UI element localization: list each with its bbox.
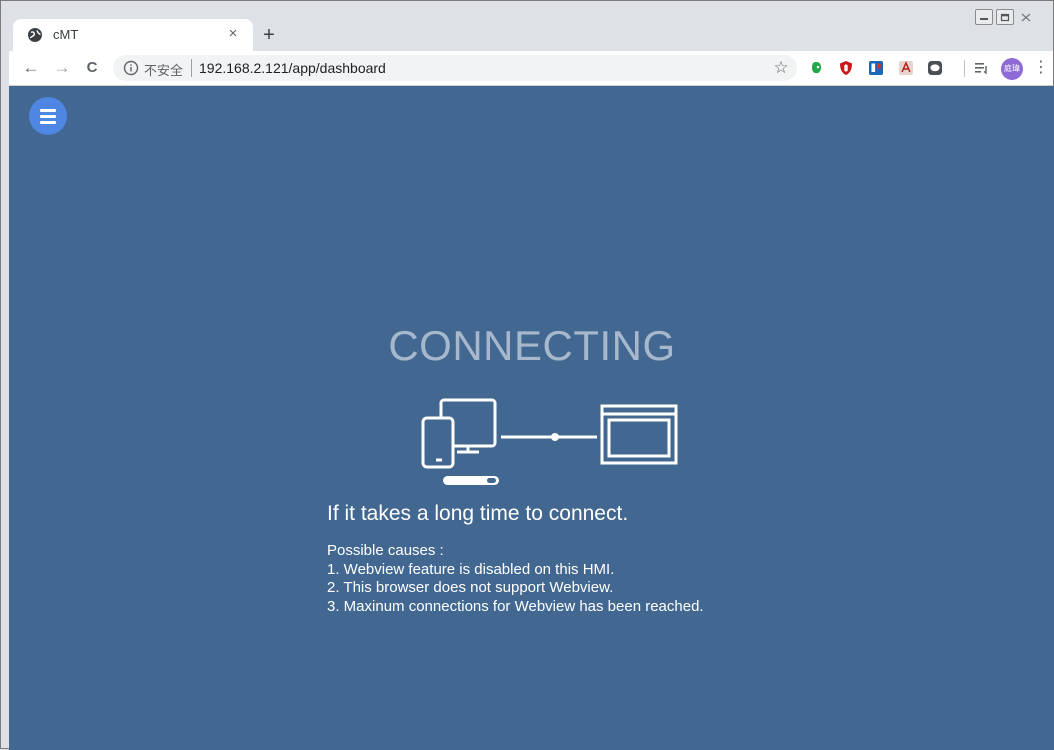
causes-heading: Possible causes : <box>327 542 444 559</box>
help-heading: If it takes a long time to connect. <box>327 502 629 525</box>
toolbar-divider <box>964 60 965 77</box>
restore-button[interactable] <box>996 9 1014 25</box>
globe-icon <box>28 28 42 42</box>
bookmark-star-icon[interactable]: ☆ <box>769 56 793 80</box>
back-button[interactable]: ← <box>19 56 43 80</box>
tab-title: cMT <box>53 27 79 42</box>
hamburger-menu-button[interactable] <box>29 97 67 135</box>
profile-avatar[interactable]: 庭瑋 <box>1001 58 1023 80</box>
url-divider <box>191 59 192 77</box>
browser-menu-button[interactable]: ⋮ <box>1033 56 1049 80</box>
reading-list-icon[interactable] <box>973 60 989 76</box>
new-tab-button[interactable]: + <box>257 23 281 47</box>
menu-bar <box>40 121 56 124</box>
line-icon[interactable] <box>927 60 943 76</box>
reload-button[interactable]: C <box>80 56 104 80</box>
restore-icon <box>1000 13 1010 22</box>
url-text[interactable]: 192.168.2.121/app/dashboard <box>199 60 386 76</box>
browser-toolbar: ← → C 不安全 192.168.2.121/app/dashboard ☆ <box>9 51 1053 86</box>
browser-window: cMT × + ← → C 不安全 192.168.2.121/app/dash… <box>0 0 1054 750</box>
cause-item: 2. This browser does not support Webview… <box>327 579 614 596</box>
connecting-title: CONNECTING <box>388 322 676 369</box>
cause-item: 1. Webview feature is disabled on this H… <box>327 560 615 578</box>
ublock-icon[interactable] <box>838 60 854 76</box>
close-icon <box>1021 13 1031 22</box>
evernote-icon[interactable] <box>809 60 825 76</box>
minimize-button[interactable] <box>975 9 993 25</box>
close-window-button[interactable] <box>1017 9 1035 25</box>
menu-bar <box>40 115 56 118</box>
possible-causes-list: Possible causes : 1. Webview feature is … <box>327 542 704 616</box>
address-bar[interactable]: 不安全 192.168.2.121/app/dashboard <box>113 55 797 81</box>
info-icon[interactable] <box>123 60 139 76</box>
tab-close-button[interactable]: × <box>223 24 243 44</box>
tab-strip: cMT × + <box>9 1 1053 51</box>
minimize-icon <box>980 18 988 20</box>
dashboard-page: CONNECTING If it takes a long time to co… <box>9 86 1054 750</box>
cause-item: 3. Maxinum connections for Webview has b… <box>327 597 704 615</box>
menu-bar <box>40 109 56 112</box>
browser-tab[interactable]: cMT × <box>13 19 253 51</box>
pdf-icon[interactable] <box>898 60 914 76</box>
device-connection-icon <box>421 398 678 485</box>
security-label[interactable]: 不安全 <box>144 60 183 79</box>
forward-button[interactable]: → <box>50 56 74 80</box>
trello-icon[interactable] <box>868 60 884 76</box>
